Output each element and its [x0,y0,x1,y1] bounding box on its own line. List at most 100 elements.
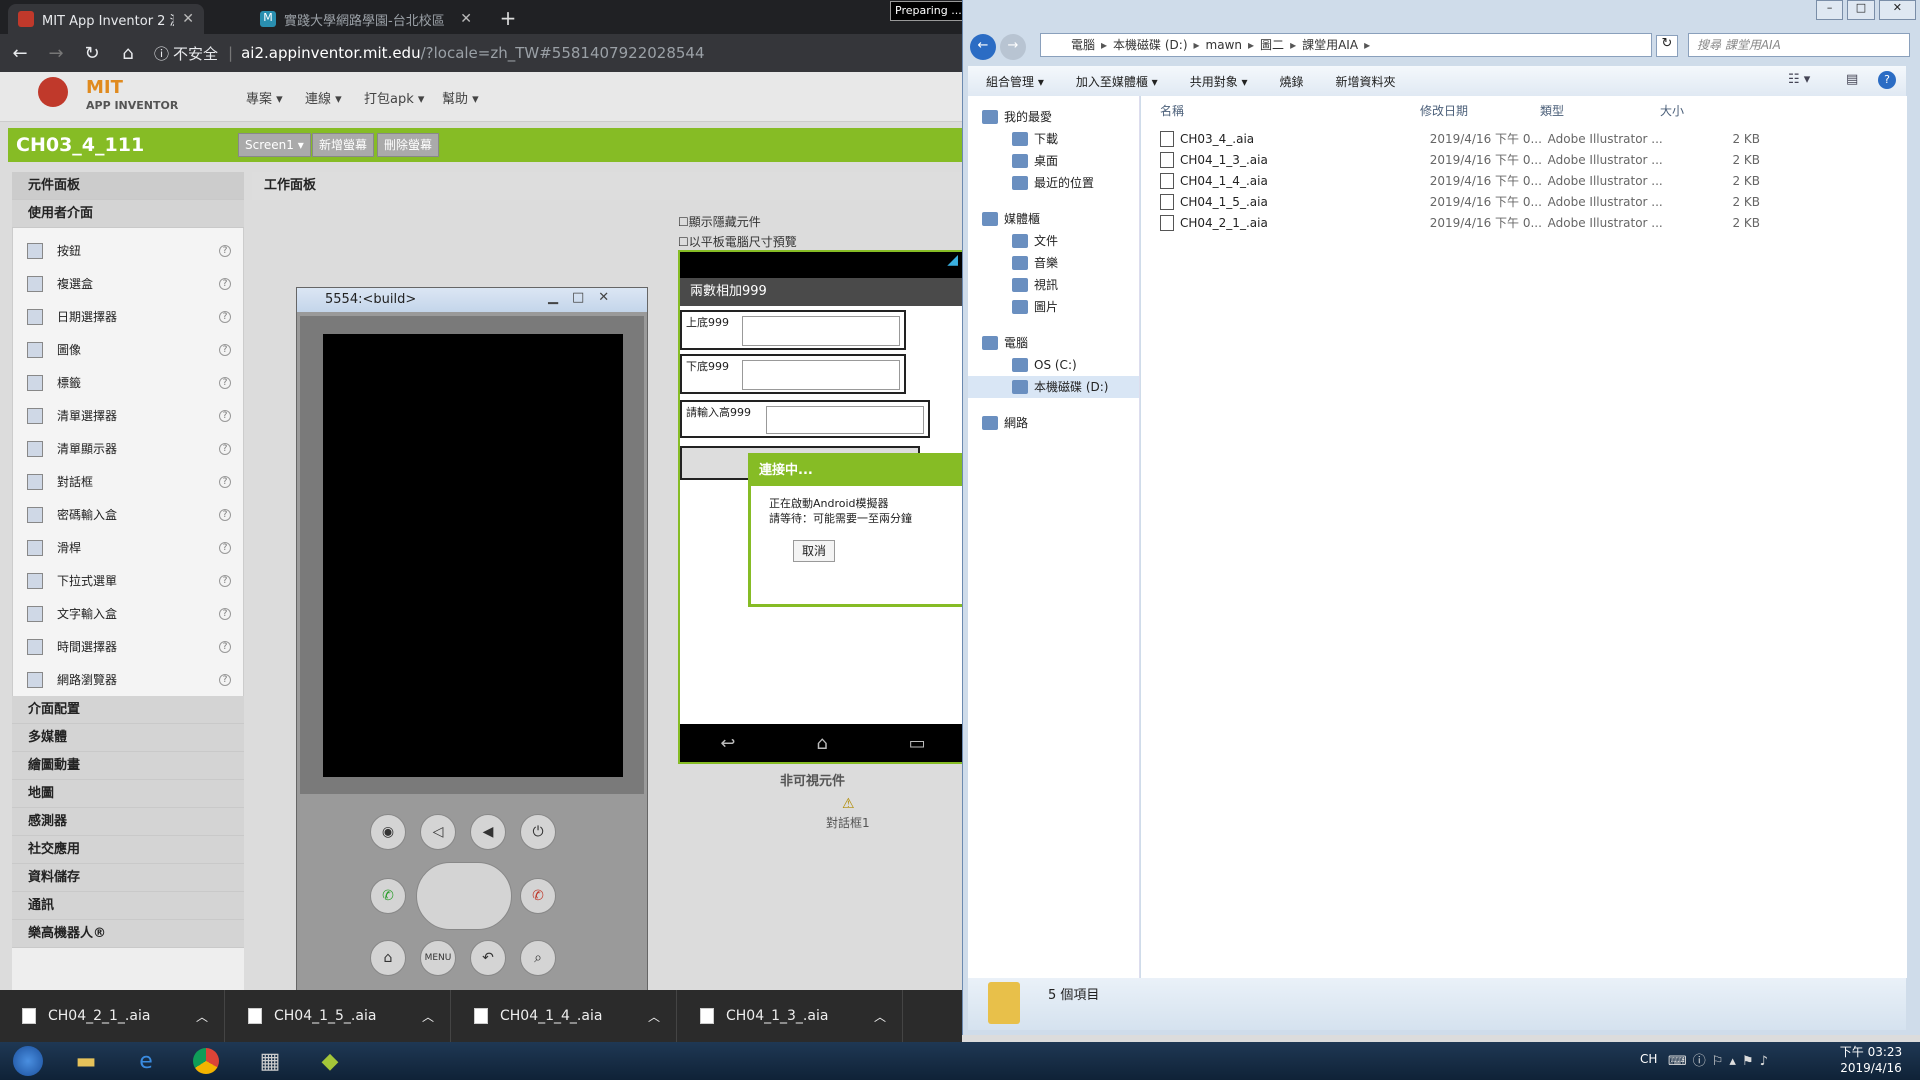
taskbar-clock[interactable]: 下午 03:23 2019/4/16 [1826,1044,1916,1076]
file-row[interactable]: CH04_1_4_.aia 2019/4/16 下午 0... Adobe Illu… [1160,170,1760,191]
file-row[interactable]: CH04_1_5_.aia 2019/4/16 下午 0... Adobe Illu… [1160,191,1760,212]
address-segment[interactable]: 電腦 [1071,38,1095,52]
chevron-up-icon[interactable]: ︿ [648,1008,660,1025]
palette-category[interactable]: 通訊 [12,892,244,920]
system-tray-icons[interactable]: ⌨ⓘ⚐▴⚑♪ [1668,1050,1774,1069]
help-icon[interactable]: ? [219,640,231,653]
field-top[interactable]: 上底999 [680,310,906,350]
explorer-address-bar[interactable]: 電腦 ▸ 本機磁碟 (D:) ▸ mawn ▸ 圖二 ▸ 課堂用AIA ▸ [1040,33,1652,57]
nav-item[interactable]: 下載 [968,128,1139,150]
file-row[interactable]: CH04_2_1_.aia 2019/4/16 下午 0... Adobe Illu… [1160,212,1760,233]
file-row[interactable]: CH04_1_3_.aia 2019/4/16 下午 0... Adobe Illu… [1160,149,1760,170]
help-icon[interactable]: ? [219,475,231,488]
address-segment[interactable]: 本機磁碟 (D:) [1113,38,1187,52]
info-icon[interactable]: ⓘ [154,43,169,64]
volume-down-icon[interactable]: ◁ [420,814,456,850]
address-segment[interactable]: 課堂用AIA [1302,38,1358,52]
minimize-icon[interactable]: – [1816,0,1844,20]
palette-item[interactable]: 網路瀏覽器? [13,663,243,696]
palette-category[interactable]: 介面配置 [12,696,244,724]
nav-item[interactable]: 桌面 [968,150,1139,172]
explorer-back-icon[interactable]: ← [970,34,996,60]
nav-item[interactable]: 音樂 [968,252,1139,274]
remove-screen-button[interactable]: 刪除螢幕 [377,133,440,157]
emulator-screen[interactable] [323,334,623,777]
nav-item[interactable]: 網路 [968,412,1139,434]
help-icon[interactable]: ? [219,574,231,587]
download-item[interactable]: CH04_2_1_.aia ︿ [0,990,225,1042]
nav-item[interactable]: 媒體櫃 [968,208,1139,230]
column-name[interactable]: 名稱 [1160,102,1184,119]
address-segment[interactable]: mawn [1206,38,1242,52]
volume-up-icon[interactable]: ◀ [470,814,506,850]
palette-category[interactable]: 樂高機器人® [12,920,244,948]
camera-icon[interactable]: ◉ [370,814,406,850]
close-tab-icon[interactable]: ✕ [182,11,194,27]
android-taskbar-icon[interactable]: ◆ [302,1042,358,1080]
download-item[interactable]: CH04_1_3_.aia ︿ [678,990,903,1042]
home-icon[interactable]: ⌂ [118,43,138,64]
start-button-icon[interactable] [0,1042,56,1080]
field-height[interactable]: 請輸入高999 [680,400,930,438]
menu-key[interactable]: MENU [420,940,456,976]
palette-item[interactable]: 按鈕? [13,234,243,267]
palette-item[interactable]: 滑桿? [13,531,243,564]
back-icon[interactable]: ← [10,43,30,64]
help-icon[interactable]: ? [219,541,231,554]
palette-category[interactable]: 多媒體 [12,724,244,752]
tablet-preview-checkbox[interactable]: ☐以平板電腦尺寸預覽 [678,233,797,250]
power-icon[interactable]: ⏻ [520,814,556,850]
end-call-icon[interactable]: ✆ [520,878,556,914]
column-size[interactable]: 大小 [1660,102,1684,119]
nav-item[interactable]: 視訊 [968,274,1139,296]
dpad[interactable] [416,862,512,930]
command-button[interactable]: 新增資料夾 [1336,73,1396,90]
palette-item[interactable]: 時間選擇器? [13,630,243,663]
chevron-up-icon[interactable]: ︿ [874,1008,886,1025]
explorer-forward-icon[interactable]: → [1000,34,1026,60]
call-icon[interactable]: ✆ [370,878,406,914]
internet-explorer-taskbar-icon[interactable]: e [118,1042,174,1080]
reload-icon[interactable]: ↻ [82,43,102,64]
nav-item[interactable]: OS (C:) [968,354,1139,376]
cancel-button[interactable]: 取消 [793,540,835,562]
palette-item[interactable]: 複選盒? [13,267,243,300]
preview-pane-icon[interactable]: ▤ [1846,72,1858,87]
show-hidden-checkbox[interactable]: ☐顯示隱藏元件 [678,213,761,230]
palette-item[interactable]: 對話框? [13,465,243,498]
close-tab-icon[interactable]: ✕ [460,11,472,27]
nav-item[interactable]: 圖片 [968,296,1139,318]
palette-item[interactable]: 密碼輸入盒? [13,498,243,531]
command-button[interactable]: 共用對象 ▾ [1190,73,1248,90]
help-icon[interactable]: ? [219,376,231,389]
palette-category[interactable]: 資料儲存 [12,864,244,892]
field-bottom[interactable]: 下底999 [680,354,906,394]
help-icon[interactable]: ? [219,343,231,356]
file-explorer-taskbar-icon[interactable]: ▬ [58,1042,114,1080]
command-button[interactable]: 加入至媒體櫃 ▾ [1076,73,1158,90]
close-icon[interactable]: ✕ [1878,0,1916,20]
menu-build[interactable]: 打包apk ▾ [364,88,424,107]
help-icon[interactable]: ? [219,310,231,323]
command-button[interactable]: 組合管理 ▾ [986,73,1044,90]
browser-tab-campus[interactable]: M 實踐大學網路學園-台北校區 ✕ [250,4,482,34]
address-segment[interactable]: 圖二 [1260,38,1284,52]
nav-item[interactable]: 最近的位置 [968,172,1139,194]
menu-help[interactable]: 幫助 ▾ [442,88,479,107]
help-icon[interactable]: ? [219,409,231,422]
search-key-icon[interactable]: ⌕ [520,940,556,976]
palette-item[interactable]: 圖像? [13,333,243,366]
nav-item[interactable]: 我的最愛 [968,106,1139,128]
file-row[interactable]: CH03_4_.aia 2019/4/16 下午 0... Adobe Illust… [1160,128,1760,149]
menu-project[interactable]: 專案 ▾ [246,88,283,107]
nav-item[interactable]: 本機磁碟 (D:) [968,376,1139,398]
screen-select[interactable]: Screen1 ▾ [238,133,311,157]
view-options-icon[interactable]: ☷ ▾ [1788,72,1810,87]
palette-section-ui[interactable]: 使用者介面 [12,200,244,228]
nav-item[interactable]: 電腦 [968,332,1139,354]
window-controls[interactable]: ▁□✕ [548,290,623,305]
help-icon[interactable]: ? [219,508,231,521]
help-icon[interactable]: ? [219,673,231,686]
download-item[interactable]: CH04_1_4_.aia ︿ [452,990,677,1042]
chevron-up-icon[interactable]: ︿ [422,1008,434,1025]
